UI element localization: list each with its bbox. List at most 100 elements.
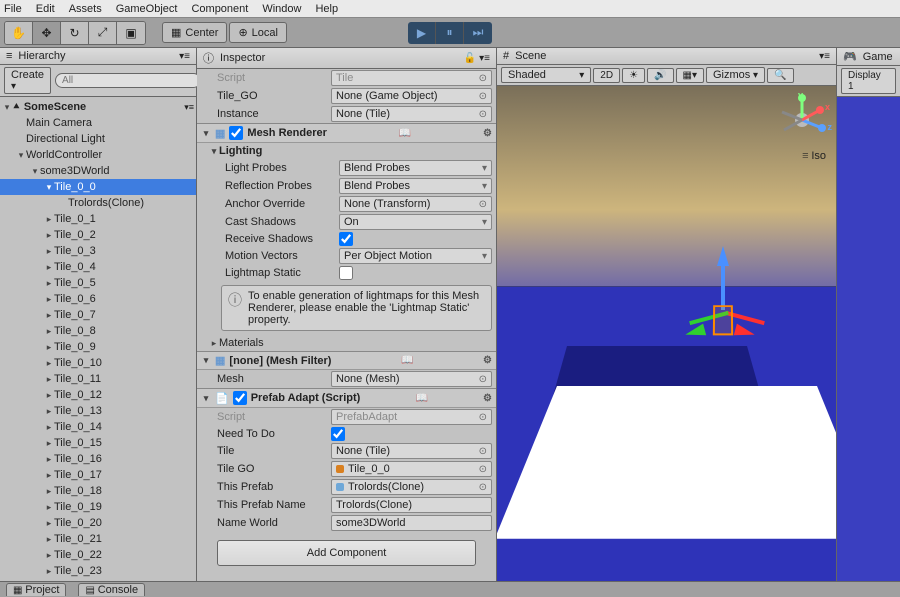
- play-button[interactable]: ▶: [408, 22, 436, 44]
- scene-menu-icon[interactable]: ▾≡: [184, 102, 194, 113]
- component-help-icon[interactable]: 📖: [401, 355, 413, 366]
- component-gear-icon[interactable]: ⚙: [483, 393, 492, 404]
- fold-icon[interactable]: ▸: [44, 390, 54, 401]
- menu-assets[interactable]: Assets: [69, 3, 102, 15]
- fold-icon[interactable]: ▸: [44, 454, 54, 465]
- move-tool[interactable]: ✥: [33, 22, 61, 44]
- property-field[interactable]: None (Game Object)⊙: [331, 88, 492, 104]
- menu-help[interactable]: Help: [315, 3, 338, 15]
- fold-icon[interactable]: ▾: [2, 102, 12, 113]
- fold-icon[interactable]: ▸: [44, 422, 54, 433]
- hierarchy-item[interactable]: ▸Tile_0_11: [0, 371, 196, 387]
- menu-component[interactable]: Component: [191, 3, 248, 15]
- fold-icon[interactable]: ▸: [44, 486, 54, 497]
- hierarchy-tree[interactable]: ▾ ⯅ SomeScene ▾≡ Main Camera Directional…: [0, 97, 196, 581]
- hierarchy-item[interactable]: ▾WorldController: [0, 147, 196, 163]
- hierarchy-item[interactable]: ▸Tile_0_5: [0, 275, 196, 291]
- hierarchy-item[interactable]: ▸Tile_0_17: [0, 467, 196, 483]
- 2d-toggle[interactable]: 2D: [593, 68, 620, 83]
- fold-icon[interactable]: ▸: [44, 470, 54, 481]
- component-enabled-checkbox[interactable]: [229, 126, 243, 140]
- audio-toggle[interactable]: 🔊: [647, 68, 673, 83]
- fold-icon[interactable]: ▾: [16, 150, 26, 161]
- menu-gameobject[interactable]: GameObject: [116, 3, 178, 15]
- property-checkbox[interactable]: [339, 266, 353, 280]
- hierarchy-item-selected[interactable]: ▾Tile_0_0: [0, 179, 196, 195]
- fold-icon[interactable]: ▸: [44, 534, 54, 545]
- mesh-renderer-header[interactable]: ▾ ▦ Mesh Renderer 📖 ⚙: [197, 123, 496, 143]
- property-field[interactable]: Blend Probes▾: [339, 178, 492, 194]
- rotate-tool[interactable]: ↻: [61, 22, 89, 44]
- prefab-adapt-header[interactable]: ▾ 📄 Prefab Adapt (Script) 📖 ⚙: [197, 388, 496, 408]
- fold-icon[interactable]: ▸: [44, 214, 54, 225]
- panel-menu-icon[interactable]: ▾≡: [179, 51, 190, 62]
- property-field[interactable]: Tile⊙: [331, 70, 492, 86]
- fold-icon[interactable]: ▸: [209, 338, 219, 349]
- hierarchy-item[interactable]: ▸Tile_0_4: [0, 259, 196, 275]
- hierarchy-item[interactable]: ▸Tile_0_1: [0, 211, 196, 227]
- scene-search[interactable]: 🔍: [767, 68, 793, 83]
- project-tab[interactable]: ▦ Project: [6, 583, 66, 596]
- component-enabled-checkbox[interactable]: [233, 391, 247, 405]
- hierarchy-item[interactable]: Main Camera: [0, 115, 196, 131]
- hierarchy-item[interactable]: ▸Tile_0_18: [0, 483, 196, 499]
- console-tab[interactable]: ▤ Console: [78, 583, 145, 596]
- hierarchy-item[interactable]: ▸Tile_0_14: [0, 419, 196, 435]
- fold-icon[interactable]: ▾: [201, 128, 211, 139]
- lighting-toggle[interactable]: ☀: [622, 68, 645, 83]
- hierarchy-tab[interactable]: ≡ Hierarchy ▾≡: [0, 48, 196, 65]
- hierarchy-search-input[interactable]: [55, 73, 201, 88]
- property-field[interactable]: Tile_0_0⊙: [331, 461, 492, 477]
- scene-root[interactable]: ▾ ⯅ SomeScene ▾≡: [0, 99, 196, 115]
- fold-icon[interactable]: ▸: [44, 230, 54, 241]
- hierarchy-item[interactable]: Trolords(Clone): [0, 195, 196, 211]
- rect-tool[interactable]: ▣: [117, 22, 145, 44]
- hierarchy-item[interactable]: ▸Tile_0_23: [0, 563, 196, 579]
- game-viewport[interactable]: [837, 97, 900, 581]
- step-button[interactable]: ⏭: [464, 22, 492, 44]
- fold-icon[interactable]: ▸: [44, 374, 54, 385]
- fold-icon[interactable]: ▸: [44, 518, 54, 529]
- fold-icon[interactable]: ▾: [44, 182, 54, 193]
- component-help-icon[interactable]: 📖: [399, 128, 411, 139]
- scene-tab[interactable]: # Scene ▾≡: [497, 48, 836, 65]
- property-field[interactable]: None (Mesh)⊙: [331, 371, 492, 387]
- hierarchy-item[interactable]: ▸Tile_0_22: [0, 547, 196, 563]
- hierarchy-item[interactable]: ▸Tile_0_12: [0, 387, 196, 403]
- hierarchy-item[interactable]: ▸Tile_0_8: [0, 323, 196, 339]
- add-component-button[interactable]: Add Component: [217, 540, 476, 566]
- fx-toggle[interactable]: ▦▾: [676, 68, 704, 83]
- inspector-tab[interactable]: ⓘ Inspector 🔓 ▾≡: [197, 48, 496, 69]
- game-tab[interactable]: 🎮 Game: [837, 48, 900, 66]
- rotation-mode-button[interactable]: ⊕ Local: [229, 22, 287, 43]
- property-field[interactable]: Per Object Motion▾: [339, 248, 492, 264]
- gizmos-dropdown[interactable]: Gizmos ▾: [706, 67, 765, 83]
- lighting-header[interactable]: ▾Lighting: [197, 143, 496, 159]
- materials-header[interactable]: ▸Materials: [197, 335, 496, 351]
- fold-icon[interactable]: ▸: [44, 310, 54, 321]
- hierarchy-item[interactable]: ▾some3DWorld: [0, 163, 196, 179]
- component-help-icon[interactable]: 📖: [415, 393, 427, 404]
- hierarchy-item[interactable]: ▸Tile_0_2: [0, 227, 196, 243]
- fold-icon[interactable]: ▾: [201, 393, 211, 404]
- property-field[interactable]: Blend Probes▾: [339, 160, 492, 176]
- fold-icon[interactable]: ▸: [44, 326, 54, 337]
- property-field[interactable]: Trolords(Clone): [331, 497, 492, 513]
- display-dropdown[interactable]: Display 1: [841, 68, 896, 94]
- property-field[interactable]: some3DWorld: [331, 515, 492, 531]
- property-field[interactable]: Trolords(Clone)⊙: [331, 479, 492, 495]
- menu-edit[interactable]: Edit: [36, 3, 55, 15]
- fold-icon[interactable]: ▾: [201, 355, 211, 366]
- fold-icon[interactable]: ▸: [44, 406, 54, 417]
- shading-mode-dropdown[interactable]: Shaded ▾: [501, 67, 591, 83]
- fold-icon[interactable]: ▸: [44, 358, 54, 369]
- scale-tool[interactable]: ⤢: [89, 22, 117, 44]
- hierarchy-item[interactable]: ▸Tile_0_24: [0, 579, 196, 581]
- hierarchy-item[interactable]: ▸Tile_0_15: [0, 435, 196, 451]
- fold-icon[interactable]: ▸: [44, 342, 54, 353]
- property-checkbox[interactable]: [339, 232, 353, 246]
- property-field[interactable]: None (Tile)⊙: [331, 443, 492, 459]
- fold-icon[interactable]: ▸: [44, 566, 54, 577]
- fold-icon[interactable]: ▸: [44, 278, 54, 289]
- fold-icon[interactable]: ▸: [44, 550, 54, 561]
